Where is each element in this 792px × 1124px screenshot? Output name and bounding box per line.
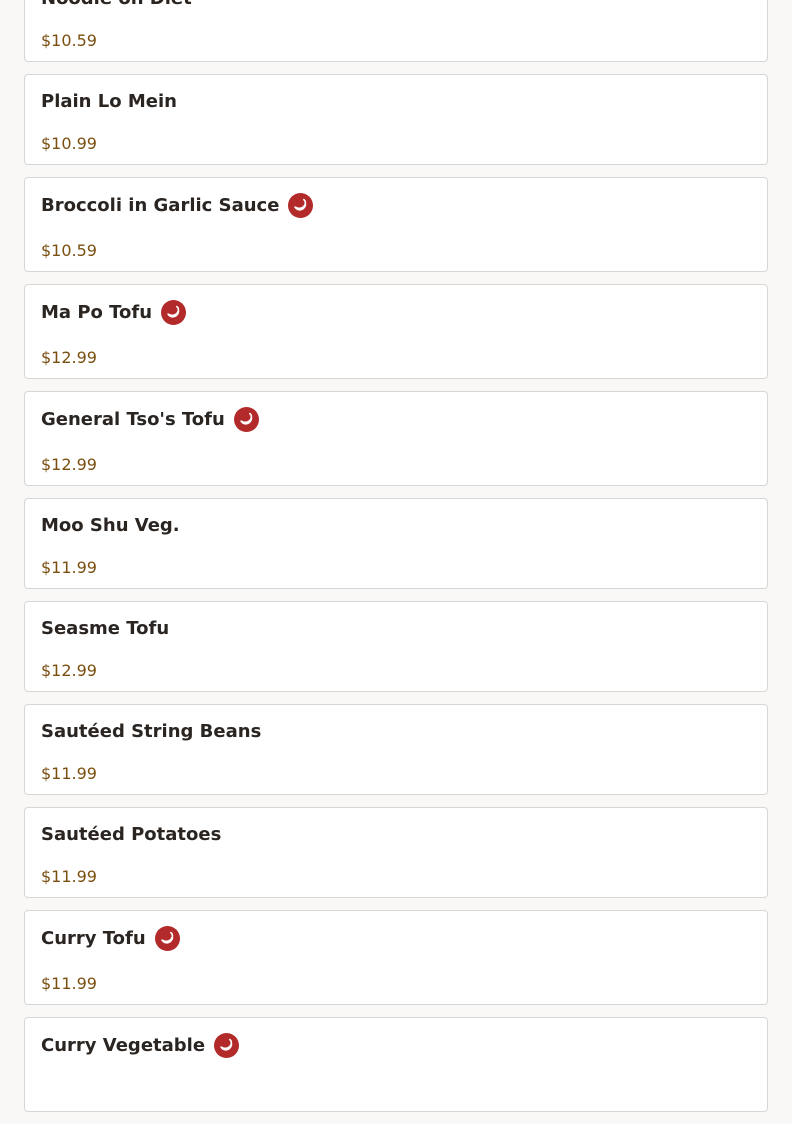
menu-item-card[interactable]: Ma Po Tofu $12.99 <box>24 284 768 379</box>
menu-item-card[interactable]: Seasme Tofu $12.99 <box>24 601 768 692</box>
menu-item-name: Noodle on Diet <box>41 0 192 10</box>
menu-item-price: $11.99 <box>41 867 97 886</box>
menu-item-price: $11.99 <box>41 764 97 783</box>
menu-item-card[interactable]: Sautéed Potatoes $11.99 <box>24 807 768 898</box>
menu-item-name-row: Ma Po Tofu <box>41 300 187 325</box>
menu-item-name: Sautéed String Beans <box>41 721 262 742</box>
menu-item-name-row: Noodle on Diet <box>41 0 192 10</box>
menu-item-card[interactable]: Curry Tofu $11.99 <box>24 910 768 1005</box>
menu-item-name-row: Sautéed Potatoes <box>41 824 221 846</box>
menu-item-price: $12.99 <box>41 455 97 474</box>
menu-item-price: $10.59 <box>41 241 97 260</box>
chili-pepper-icon <box>154 926 180 951</box>
menu-item-name: Curry Tofu <box>41 927 146 949</box>
chili-pepper-icon <box>288 193 314 218</box>
menu-item-price: $12.99 <box>41 348 97 367</box>
menu-item-name-row: General Tso's Tofu <box>41 407 259 432</box>
chili-pepper-icon <box>161 300 187 325</box>
menu-item-name: Curry Vegetable <box>41 1034 206 1056</box>
menu-item-price: $11.99 <box>41 558 97 577</box>
menu-item-price: $10.99 <box>41 134 97 153</box>
menu-item-card[interactable]: Noodle on Diet $10.59 <box>24 0 768 62</box>
menu-item-name: General Tso's Tofu <box>41 408 225 430</box>
menu-item-name-row: Curry Tofu <box>41 926 180 951</box>
menu-item-name-row: Seasme Tofu <box>41 618 169 640</box>
menu-item-card[interactable]: Moo Shu Veg. $11.99 <box>24 498 768 589</box>
menu-item-name: Ma Po Tofu <box>41 301 153 323</box>
menu-item-name: Sautéed Potatoes <box>41 824 222 845</box>
menu-item-card[interactable]: Curry Vegetable <box>24 1017 768 1112</box>
menu-item-name-row: Sautéed String Beans <box>41 721 261 743</box>
menu-item-list: Noodle on Diet $10.59 Plain Lo Mein $10.… <box>24 0 768 1124</box>
menu-item-name-row: Plain Lo Mein <box>41 91 177 113</box>
menu-item-card[interactable]: Broccoli in Garlic Sauce $10.59 <box>24 177 768 272</box>
menu-item-name-row: Moo Shu Veg. <box>41 515 180 537</box>
menu-item-name: Seasme Tofu <box>41 618 170 639</box>
menu-item-name: Broccoli in Garlic Sauce <box>41 194 280 216</box>
menu-item-name-row: Broccoli in Garlic Sauce <box>41 193 314 218</box>
chili-pepper-icon <box>214 1033 240 1058</box>
menu-item-price: $10.59 <box>41 31 97 50</box>
menu-item-card[interactable]: Sautéed String Beans $11.99 <box>24 704 768 795</box>
menu-item-name-row: Curry Vegetable <box>41 1033 240 1058</box>
menu-item-price: $12.99 <box>41 661 97 680</box>
menu-item-card[interactable]: General Tso's Tofu $12.99 <box>24 391 768 486</box>
chili-pepper-icon <box>233 407 259 432</box>
menu-item-card[interactable]: Plain Lo Mein $10.99 <box>24 74 768 165</box>
menu-item-price: $11.99 <box>41 974 97 993</box>
menu-item-name: Moo Shu Veg. <box>41 515 180 536</box>
menu-item-name: Plain Lo Mein <box>41 91 177 112</box>
